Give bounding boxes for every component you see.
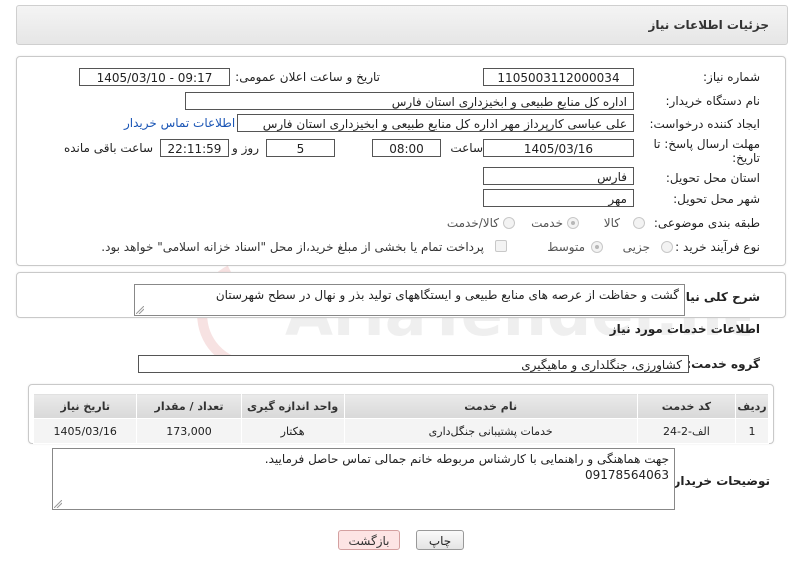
- buyer-org-label: نام دستگاه خریدار:: [665, 94, 761, 108]
- process-option-minor: جزیی: [622, 240, 650, 254]
- deadline-label-line1: مهلت ارسال پاسخ: تا: [653, 137, 760, 151]
- service-group-field: کشاورزی، جنگلداری و ماهیگیری: [138, 355, 689, 373]
- column-header: ردیف: [735, 393, 769, 419]
- announce-datetime-label: تاریخ و ساعت اعلان عمومی:: [235, 70, 380, 84]
- column-header: تعداد / مقدار: [136, 393, 242, 419]
- back-button[interactable]: بازگشت: [338, 530, 400, 550]
- column-header: واحد اندازه گیری: [240, 393, 345, 419]
- need-info-panel: [16, 56, 786, 266]
- category-option-goods: کالا: [603, 216, 620, 230]
- table-cell: هکتار: [240, 418, 345, 444]
- requester-field: علی عباسی کارپرداز مهر اداره کل منابع طب…: [237, 114, 634, 132]
- process-option-medium: متوسط: [547, 240, 585, 254]
- buyer-notes-label: توضیحات خریدار:: [668, 474, 770, 488]
- need-number-field: 1105003112000034: [483, 68, 634, 86]
- page-title: جزئیات اطلاعات نیاز: [648, 18, 769, 32]
- deadline-date-field: 1405/03/16: [483, 139, 634, 157]
- table-row: 1 الف-2-24 خدمات پشتیبانی جنگل‌داری هکتا…: [32, 418, 769, 444]
- table-cell: 173,000: [136, 418, 242, 444]
- category-label: طبقه بندی موضوعی:: [653, 216, 760, 230]
- need-number-label: شماره نیاز:: [703, 70, 760, 84]
- column-header: تاریخ نیاز: [32, 393, 138, 419]
- announce-datetime-field: 1405/03/10 - 09:17: [79, 68, 230, 86]
- category-radio-service[interactable]: [567, 217, 579, 229]
- category-option-goods-service: کالا/خدمت: [446, 216, 499, 230]
- summary-label: شرح کلی نیاز:: [674, 290, 760, 304]
- process-radio-minor[interactable]: [661, 241, 673, 253]
- buyer-org-field: اداره کل منابع طبیعی و ابخیزداری استان ف…: [185, 92, 634, 110]
- table-cell: الف-2-24: [636, 418, 737, 444]
- table-cell: 1405/03/16: [32, 418, 138, 444]
- deadline-time-label: ساعت: [450, 141, 483, 155]
- resize-grip-icon: [136, 306, 144, 314]
- category-option-service: خدمت: [531, 216, 563, 230]
- table-cell: خدمات پشتیبانی جنگل‌داری: [343, 418, 638, 444]
- delivery-city-label: شهر محل تحویل:: [673, 192, 760, 206]
- treasury-payment-note: پرداخت تمام یا بخشی از مبلغ خرید،از محل …: [101, 240, 484, 254]
- print-button[interactable]: چاپ: [416, 530, 464, 550]
- services-section-title: اطلاعات خدمات مورد نیاز: [609, 322, 760, 336]
- deadline-label-line2: تاریخ:: [732, 151, 760, 165]
- process-type-label: نوع فرآیند خرید :: [675, 240, 760, 254]
- column-header: کد خدمت: [636, 393, 737, 419]
- treasury-payment-checkbox[interactable]: [495, 240, 507, 252]
- delivery-province-label: استان محل تحویل:: [665, 171, 760, 185]
- remaining-time-field: 22:11:59: [160, 139, 229, 157]
- buyer-notes-field: جهت هماهنگی و راهنمایی با کارشناس مربوطه…: [52, 448, 675, 510]
- buyer-notes-line2: 09178564063: [585, 468, 669, 482]
- services-table: ردیف کد خدمت نام خدمت واحد اندازه گیری ت…: [32, 393, 769, 444]
- service-group-label: گروه خدمت:: [686, 357, 760, 371]
- deadline-time-field: 08:00: [372, 139, 441, 157]
- resize-grip-icon: [54, 500, 62, 508]
- category-radio-goods[interactable]: [633, 217, 645, 229]
- category-radio-goods-service[interactable]: [503, 217, 515, 229]
- summary-field: گشت و حفاظت از عرصه های منابع طبیعی و ای…: [134, 284, 685, 316]
- buyer-contact-link[interactable]: اطلاعات تماس خریدار: [124, 116, 235, 130]
- deadline-days-field: 5: [266, 139, 335, 157]
- delivery-city-field: مهر: [483, 189, 634, 207]
- page-header: جزئیات اطلاعات نیاز: [16, 5, 788, 45]
- column-header: نام خدمت: [343, 393, 638, 419]
- remaining-time-label: ساعت باقی مانده: [63, 141, 153, 155]
- table-header-row: ردیف کد خدمت نام خدمت واحد اندازه گیری ت…: [32, 393, 769, 419]
- process-radio-medium[interactable]: [591, 241, 603, 253]
- delivery-province-field: فارس: [483, 167, 634, 185]
- requester-label: ایجاد کننده درخواست:: [649, 117, 760, 131]
- buyer-notes-line1: جهت هماهنگی و راهنمایی با کارشناس مربوطه…: [264, 452, 669, 466]
- table-cell: 1: [735, 418, 769, 444]
- deadline-days-label: روز و: [232, 141, 259, 155]
